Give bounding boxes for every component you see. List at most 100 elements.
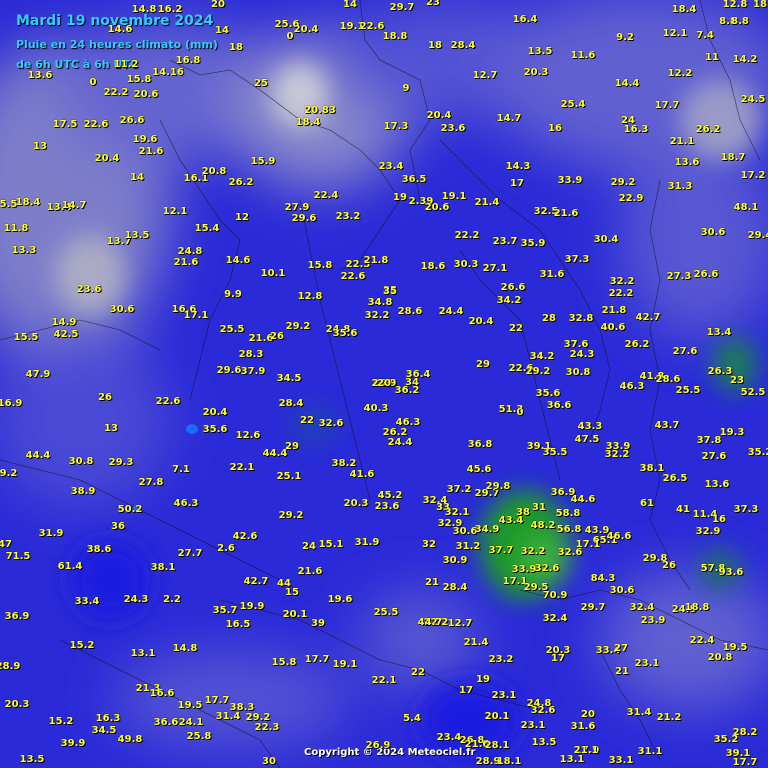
station-value: 7.1 bbox=[172, 464, 190, 475]
station-value: 20.6 bbox=[133, 89, 159, 100]
station-value: 31.6 bbox=[570, 721, 596, 732]
station-value: 20.1 bbox=[484, 711, 510, 722]
station-value: 22.6 bbox=[340, 271, 366, 282]
station-value: 34.2 bbox=[529, 351, 555, 362]
station-value: 36.6 bbox=[546, 400, 572, 411]
station-value: 38.1 bbox=[150, 562, 176, 573]
station-value: 31.4 bbox=[626, 707, 652, 718]
station-value: 43.4 bbox=[498, 515, 524, 526]
station-value: 30 bbox=[262, 756, 276, 767]
station-value: 42.7 bbox=[243, 576, 269, 587]
station-value: 22 bbox=[300, 415, 314, 426]
station-value: 31.2 bbox=[455, 541, 481, 552]
station-value: 23.2 bbox=[335, 211, 361, 222]
station-value: 18.4 bbox=[15, 197, 41, 208]
station-value: 26.6 bbox=[119, 115, 145, 126]
station-value: 42.6 bbox=[232, 531, 258, 542]
station-value: 19.6 bbox=[327, 594, 353, 605]
station-value: 23.1 bbox=[634, 658, 660, 669]
station-value: 0 bbox=[516, 407, 524, 418]
station-value: 15 bbox=[285, 587, 299, 598]
station-value: 5.4 bbox=[403, 713, 421, 724]
station-value: 13.6 bbox=[674, 157, 700, 168]
station-value: 71.5 bbox=[5, 551, 31, 562]
station-value: 44.4 bbox=[262, 448, 288, 459]
station-value: 29.6 bbox=[291, 213, 317, 224]
station-value: 16.8 bbox=[175, 55, 201, 66]
station-value: 30.9 bbox=[442, 555, 468, 566]
station-value: 17 bbox=[459, 685, 473, 696]
station-value: 19.9 bbox=[239, 601, 265, 612]
station-value: 36 bbox=[111, 521, 125, 532]
station-value: 32.4 bbox=[629, 602, 655, 613]
station-value: 13.4 bbox=[706, 327, 732, 338]
station-value: 20.8 bbox=[201, 166, 227, 177]
station-value: 20.83 bbox=[304, 105, 336, 116]
station-value: 24.4 bbox=[438, 306, 464, 317]
station-value: 17.1 bbox=[183, 310, 209, 321]
station-value: 33.1 bbox=[608, 755, 634, 766]
station-value: 34.5 bbox=[91, 725, 117, 736]
station-value: 28.4 bbox=[442, 582, 468, 593]
station-value: 58.8 bbox=[555, 508, 581, 519]
station-value: 9.9 bbox=[224, 289, 242, 300]
station-value: 41.6 bbox=[349, 469, 375, 480]
station-value: 29 bbox=[285, 441, 299, 452]
station-value: 24 bbox=[302, 541, 316, 552]
station-value: 9 bbox=[402, 83, 410, 94]
station-value: 35.6 bbox=[535, 388, 561, 399]
station-value: 13 bbox=[33, 141, 47, 152]
station-value: 25.5 bbox=[219, 324, 245, 335]
station-value: 13.1 bbox=[130, 648, 156, 659]
station-value: 31.3 bbox=[667, 181, 693, 192]
station-value: 35.2 bbox=[713, 734, 739, 745]
station-value: 22.6 bbox=[83, 119, 109, 130]
station-value: 30.6 bbox=[109, 304, 135, 315]
station-value: 38.9 bbox=[70, 486, 96, 497]
station-value: 15.8 bbox=[307, 260, 333, 271]
station-value: 46.3 bbox=[173, 498, 199, 509]
station-value: 34.5 bbox=[276, 373, 302, 384]
station-value: 27.7 bbox=[177, 548, 203, 559]
station-value: 16.9 bbox=[0, 398, 23, 409]
station-value: 32.6 bbox=[557, 547, 583, 558]
station-value: 22.4 bbox=[689, 635, 715, 646]
station-value: 43.7 bbox=[654, 420, 680, 431]
station-value: 37.7 bbox=[488, 545, 514, 556]
station-value: 16.6 bbox=[149, 688, 175, 699]
station-value: 30.4 bbox=[593, 234, 619, 245]
station-value: 14.9 bbox=[51, 317, 77, 328]
station-value: 12.6 bbox=[235, 430, 261, 441]
station-value: 25.5 bbox=[373, 607, 399, 618]
station-value: 36.9 bbox=[4, 611, 30, 622]
station-value: 37.8 bbox=[696, 435, 722, 446]
station-value: 15.2 bbox=[48, 716, 74, 727]
station-value: 45.6 bbox=[466, 464, 492, 475]
station-value: 26.2 bbox=[695, 124, 721, 135]
station-value: 22.6 bbox=[359, 21, 385, 32]
station-value: 24.4 bbox=[387, 437, 413, 448]
station-value: 17.5 bbox=[52, 119, 78, 130]
station-value: 42.7 bbox=[635, 312, 661, 323]
station-value: 22.3 bbox=[254, 722, 280, 733]
station-value: 32.2 bbox=[604, 449, 630, 460]
station-value: 25.1 bbox=[276, 471, 302, 482]
station-value: 21 bbox=[425, 577, 439, 588]
station-value: 37.2 bbox=[446, 484, 472, 495]
station-value: 17 bbox=[551, 653, 565, 664]
station-value: 32.4 bbox=[542, 613, 568, 624]
station-value: 32.6 bbox=[530, 705, 556, 716]
station-value: 20.8 bbox=[707, 652, 733, 663]
station-value: 44.6 bbox=[570, 494, 596, 505]
station-value: 30.8 bbox=[565, 367, 591, 378]
station-value: 20.6 bbox=[424, 202, 450, 213]
station-value: 23.9 bbox=[640, 615, 666, 626]
station-value: 19 bbox=[476, 674, 490, 685]
station-value: 12 bbox=[235, 212, 249, 223]
station-value: 22 bbox=[509, 323, 523, 334]
station-value: 28.6 bbox=[397, 306, 423, 317]
station-value: 23.1 bbox=[520, 720, 546, 731]
station-value: 20.3 bbox=[4, 699, 30, 710]
station-value: 27.8 bbox=[138, 477, 164, 488]
station-value: 15.2 bbox=[69, 640, 95, 651]
